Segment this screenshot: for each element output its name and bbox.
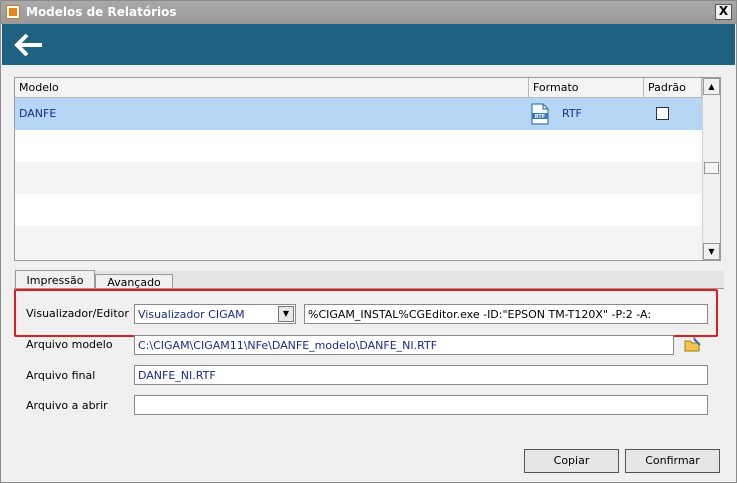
arquivo-final-label: Arquivo final [26,369,96,382]
grid-header: Modelo Formato Padrão [15,78,702,98]
tab-impressao[interactable]: Impressão [15,270,95,289]
cell-formato: RTF [562,107,582,120]
column-header-formato[interactable]: Formato [529,78,644,98]
grid-scrollbar[interactable]: ▲ ▼ [702,78,720,260]
table-row[interactable]: DANFE RTF RTF [15,98,702,130]
table-row [15,226,702,260]
models-grid: Modelo Formato Padrão DANFE RTF RTF ▲ ▼ [14,77,721,261]
app-icon [6,5,20,19]
visualizador-select-value: Visualizador CIGAM [138,308,245,321]
scroll-down-icon[interactable]: ▼ [703,243,720,260]
column-header-modelo[interactable]: Modelo [15,78,529,98]
visualizador-label: Visualizador/Editor [26,307,129,320]
arquivo-modelo-input[interactable]: C:\CIGAM\CIGAM11\NFe\DANFE_modelo\DANFE_… [134,335,674,355]
copiar-button[interactable]: Copiar [524,449,619,473]
svg-text:RTF: RTF [535,114,545,120]
visualizador-select[interactable]: Visualizador CIGAM [134,304,296,324]
cell-modelo: DANFE [19,107,57,120]
rtf-file-icon: RTF [531,103,549,125]
open-folder-icon[interactable] [684,337,702,353]
column-header-padrao[interactable]: Padrão [644,78,702,98]
header-bar [2,24,735,65]
arquivo-modelo-label: Arquivo modelo [26,338,113,351]
window-title: Modelos de Relatórios [26,5,177,19]
visualizador-command-input[interactable]: %CIGAM_INSTAL%CGEditor.exe -ID:"EPSON TM… [304,304,708,324]
tab-avancado[interactable]: Avançado [95,274,173,289]
padrao-checkbox[interactable] [656,107,669,120]
confirmar-button[interactable]: Confirmar [625,449,720,473]
report-models-window: Modelos de Relatórios X Modelo Formato P… [0,0,737,483]
arquivo-final-input[interactable]: DANFE_NI.RTF [134,365,708,385]
back-arrow-icon[interactable] [14,33,44,57]
chevron-down-icon[interactable]: ▼ [278,306,294,322]
scroll-thumb[interactable] [704,162,719,174]
table-row [15,162,702,194]
table-row [15,194,702,226]
scroll-up-icon[interactable]: ▲ [703,78,720,95]
arquivo-abrir-input[interactable] [134,395,708,415]
title-bar[interactable]: Modelos de Relatórios X [1,1,736,24]
arquivo-abrir-label: Arquivo a abrir [26,399,108,412]
table-row [15,130,702,162]
close-button[interactable]: X [715,4,732,20]
